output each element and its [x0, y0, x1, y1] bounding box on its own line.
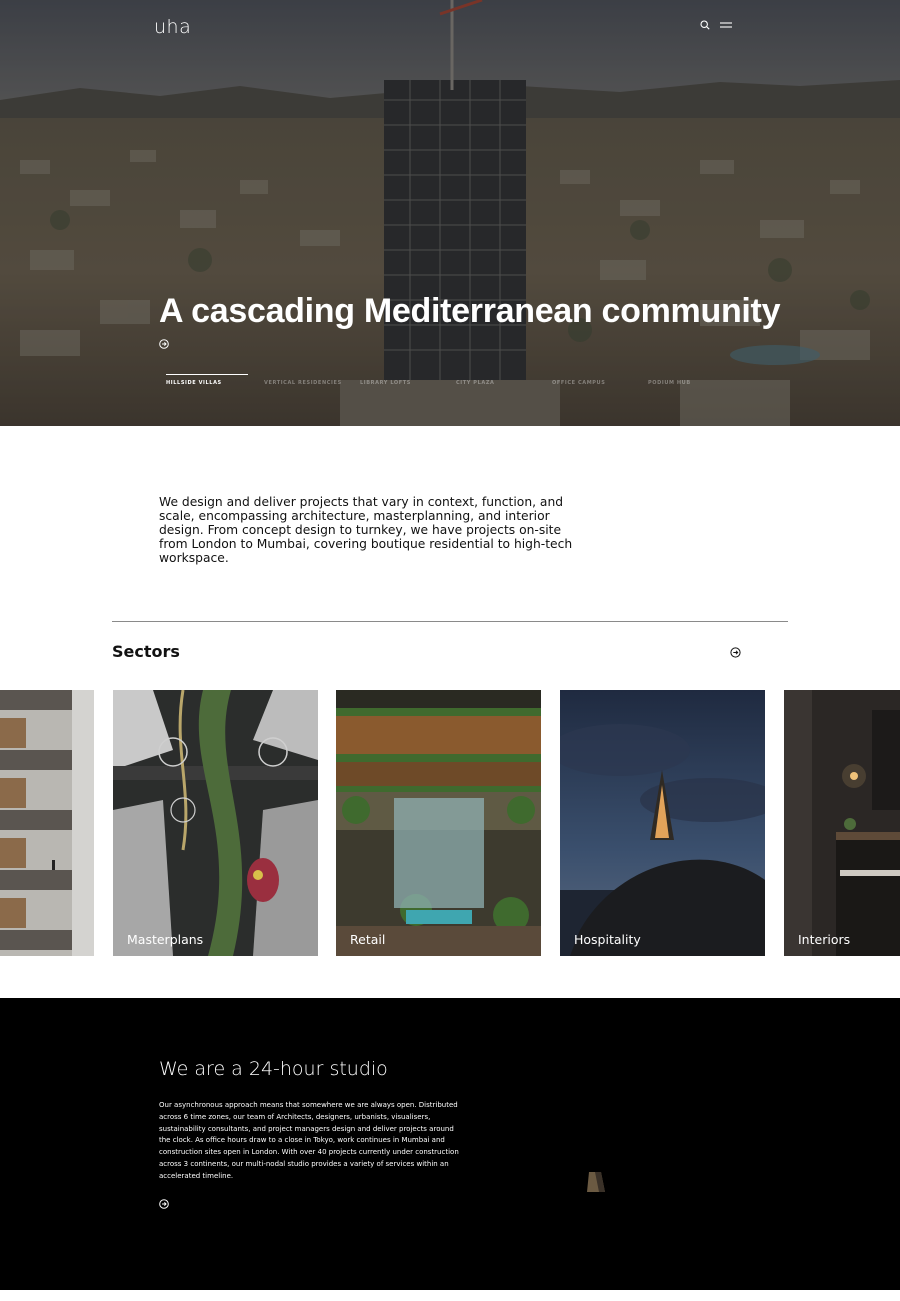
- hospitality-image: [560, 690, 765, 956]
- hero-banner: uha A cascading Mediterranean community …: [0, 0, 900, 426]
- sector-card-hospitality[interactable]: Hospitality: [560, 690, 765, 956]
- masterplans-image: [113, 690, 318, 956]
- card-label: Interiors: [798, 932, 851, 947]
- tab-vertical-residencies[interactable]: VERTICAL RESIDENCIES: [264, 380, 342, 386]
- tab-podium-hub[interactable]: PODIUM HUB: [648, 380, 691, 386]
- lamp-image: [587, 1172, 605, 1192]
- residential-image: [0, 690, 94, 956]
- studio-section: We are a 24-hour studio Our asynchronous…: [0, 998, 900, 1290]
- tab-city-plaza[interactable]: CITY PLAZA: [456, 380, 495, 386]
- sector-card-residential[interactable]: [0, 690, 94, 956]
- card-label: Retail: [350, 932, 386, 947]
- sector-card-masterplans[interactable]: Masterplans: [113, 690, 318, 956]
- card-label: Masterplans: [127, 932, 204, 947]
- menu-icon[interactable]: [720, 21, 732, 29]
- hero-title: A cascading Mediterranean community: [159, 292, 781, 330]
- logo[interactable]: uha: [154, 16, 191, 38]
- card-label: Hospitality: [574, 932, 641, 947]
- active-tab-indicator: [166, 374, 248, 375]
- sector-card-retail[interactable]: Retail: [336, 690, 541, 956]
- studio-title: We are a 24-hour studio: [159, 1058, 388, 1080]
- header-icons: [700, 20, 732, 30]
- sectors-title: Sectors: [112, 642, 180, 661]
- studio-arrow-icon[interactable]: [159, 1199, 169, 1209]
- arrow-circle-icon[interactable]: [159, 339, 169, 349]
- tab-hillside-villas[interactable]: HILLSIDE VILLAS: [166, 380, 222, 386]
- tab-office-campus[interactable]: OFFICE CAMPUS: [552, 380, 605, 386]
- studio-text: Our asynchronous approach means that som…: [159, 1101, 459, 1180]
- search-icon[interactable]: [700, 20, 710, 30]
- tab-library-lofts[interactable]: LIBRARY LOFTS: [360, 380, 411, 386]
- interiors-image: [784, 690, 900, 956]
- hero-overlay: [0, 0, 900, 426]
- sector-card-interiors[interactable]: Interiors: [784, 690, 900, 956]
- retail-image: [336, 690, 541, 956]
- project-tabs: HILLSIDE VILLAS VERTICAL RESIDENCIES LIB…: [166, 374, 726, 394]
- section-divider: [112, 621, 788, 622]
- intro-text: We design and deliver projects that vary…: [159, 495, 573, 565]
- sectors-arrow-icon[interactable]: [730, 647, 741, 658]
